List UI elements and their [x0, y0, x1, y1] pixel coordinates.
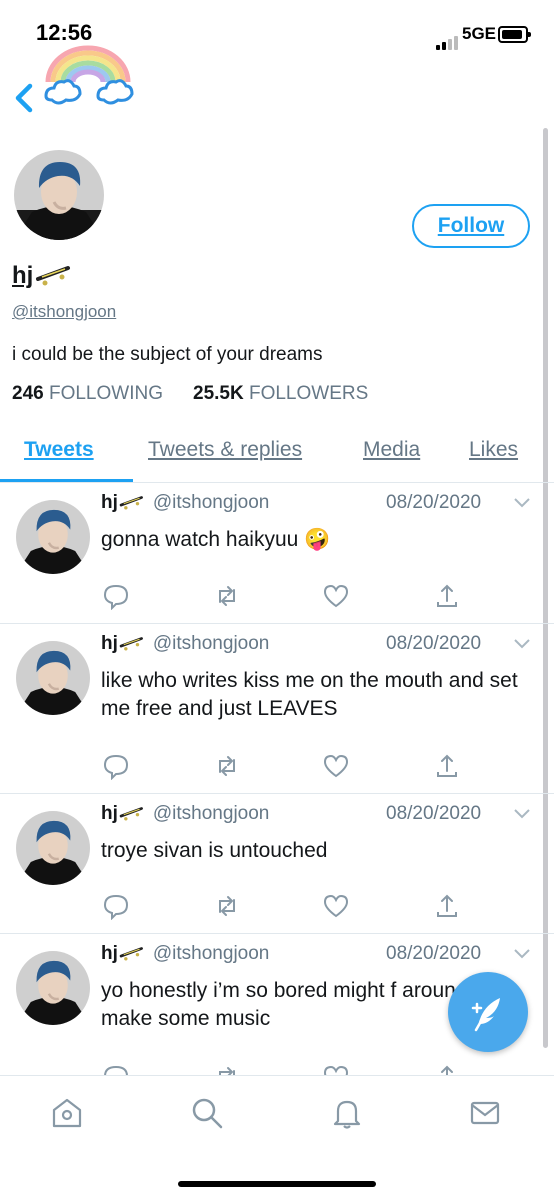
notifications-icon[interactable]: [330, 1096, 364, 1130]
share-icon[interactable]: [433, 582, 461, 610]
profile-display-name: hj: [12, 262, 73, 290]
skateboard-icon: [119, 947, 143, 961]
tab-tweets-replies[interactable]: Tweets & replies: [148, 438, 302, 462]
tweet-header: hj @itshongjoon: [101, 943, 269, 965]
skateboard-icon: [36, 266, 71, 286]
tweet-avatar[interactable]: [16, 500, 90, 574]
tweet-header: hj @itshongjoon: [101, 492, 269, 514]
profile-stats: 246 FOLLOWING 25.5K FOLLOWERS: [12, 383, 368, 405]
search-icon[interactable]: [190, 1096, 224, 1130]
network-label: 5GE: [462, 24, 497, 43]
reply-icon[interactable]: [102, 892, 130, 921]
skateboard-icon: [119, 637, 143, 651]
followers-label: FOLLOWERS: [248, 383, 369, 404]
tweet-avatar[interactable]: [16, 951, 90, 1025]
compose-tweet-button[interactable]: [448, 972, 528, 1052]
home-indicator[interactable]: [178, 1181, 376, 1187]
profile-tabs: Tweets Tweets & replies Media Likes: [0, 432, 554, 483]
tweet-text: gonna watch haikyuu 🤪: [101, 528, 331, 551]
like-icon[interactable]: [322, 582, 350, 610]
tweet-author-name[interactable]: hj: [101, 492, 118, 514]
followers-count: 25.5K: [193, 383, 244, 404]
tweet-author-name[interactable]: hj: [101, 803, 118, 825]
tab-media[interactable]: Media: [363, 438, 420, 462]
tweet[interactable]: hj @itshongjoon 08/20/2020 troye sivan i…: [0, 793, 554, 934]
profile-handle[interactable]: @itshongjoon: [12, 302, 116, 322]
like-icon[interactable]: [322, 892, 350, 920]
back-chevron-icon[interactable]: [8, 78, 42, 118]
retweet-icon[interactable]: [213, 582, 241, 610]
profile-bio: i could be the subject of your dreams: [12, 344, 323, 365]
rainbow-icon: [44, 45, 134, 105]
tweet-author-name[interactable]: hj: [101, 943, 118, 965]
share-icon[interactable]: [433, 752, 461, 780]
compose-feather-icon: [471, 998, 500, 1032]
chevron-down-icon[interactable]: [512, 637, 532, 651]
tweet-author-handle[interactable]: @itshongjoon: [153, 633, 269, 655]
tweet-actions: [0, 892, 554, 922]
following-stat[interactable]: 246 FOLLOWING: [12, 383, 163, 405]
tweet[interactable]: hj @itshongjoon 08/20/2020 like who writ…: [0, 623, 554, 794]
reply-icon[interactable]: [102, 582, 130, 611]
retweet-icon[interactable]: [213, 892, 241, 920]
tweet-date: 08/20/2020: [386, 633, 482, 654]
tweet-actions: [0, 582, 554, 612]
signal-icon: [436, 36, 458, 50]
chevron-down-icon[interactable]: [512, 807, 532, 821]
tweet-header: hj @itshongjoon: [101, 633, 269, 655]
tweet[interactable]: hj @itshongjoon 08/20/2020 gonna watch h…: [0, 482, 554, 624]
battery-icon: [498, 26, 531, 43]
chevron-down-icon[interactable]: [512, 496, 532, 510]
tweet-author-name[interactable]: hj: [101, 633, 118, 655]
tweet-author-handle[interactable]: @itshongjoon: [153, 943, 269, 965]
tweet-author-handle[interactable]: @itshongjoon: [153, 803, 269, 825]
share-icon[interactable]: [433, 892, 461, 920]
retweet-icon[interactable]: [213, 752, 241, 780]
display-name-text: hj: [12, 262, 34, 289]
chevron-down-icon[interactable]: [512, 947, 532, 961]
tweet-date: 08/20/2020: [386, 803, 482, 824]
tweet-actions: [0, 752, 554, 782]
tweet-text: troye sivan is untouched: [101, 839, 328, 862]
home-icon[interactable]: [50, 1096, 84, 1130]
tweet-author-handle[interactable]: @itshongjoon: [153, 492, 269, 514]
tweet-date: 08/20/2020: [386, 943, 482, 964]
tab-likes[interactable]: Likes: [469, 438, 518, 462]
following-count: 246: [12, 383, 44, 404]
reply-icon[interactable]: [102, 752, 130, 781]
messages-icon[interactable]: [468, 1096, 502, 1130]
skateboard-icon: [119, 807, 143, 821]
profile-avatar[interactable]: [14, 150, 104, 240]
tweet-header: hj @itshongjoon: [101, 803, 269, 825]
tweet-avatar[interactable]: [16, 641, 90, 715]
tweet-avatar[interactable]: [16, 811, 90, 885]
like-icon[interactable]: [322, 752, 350, 780]
followers-stat[interactable]: 25.5K FOLLOWERS: [193, 383, 368, 405]
tweet-text: like who writes kiss me on the mouth and…: [101, 669, 518, 720]
skateboard-icon: [119, 496, 143, 510]
tab-tweets[interactable]: Tweets: [24, 438, 94, 462]
tweet-date: 08/20/2020: [386, 492, 482, 513]
following-label: FOLLOWING: [48, 383, 163, 404]
follow-button[interactable]: Follow: [412, 204, 530, 248]
